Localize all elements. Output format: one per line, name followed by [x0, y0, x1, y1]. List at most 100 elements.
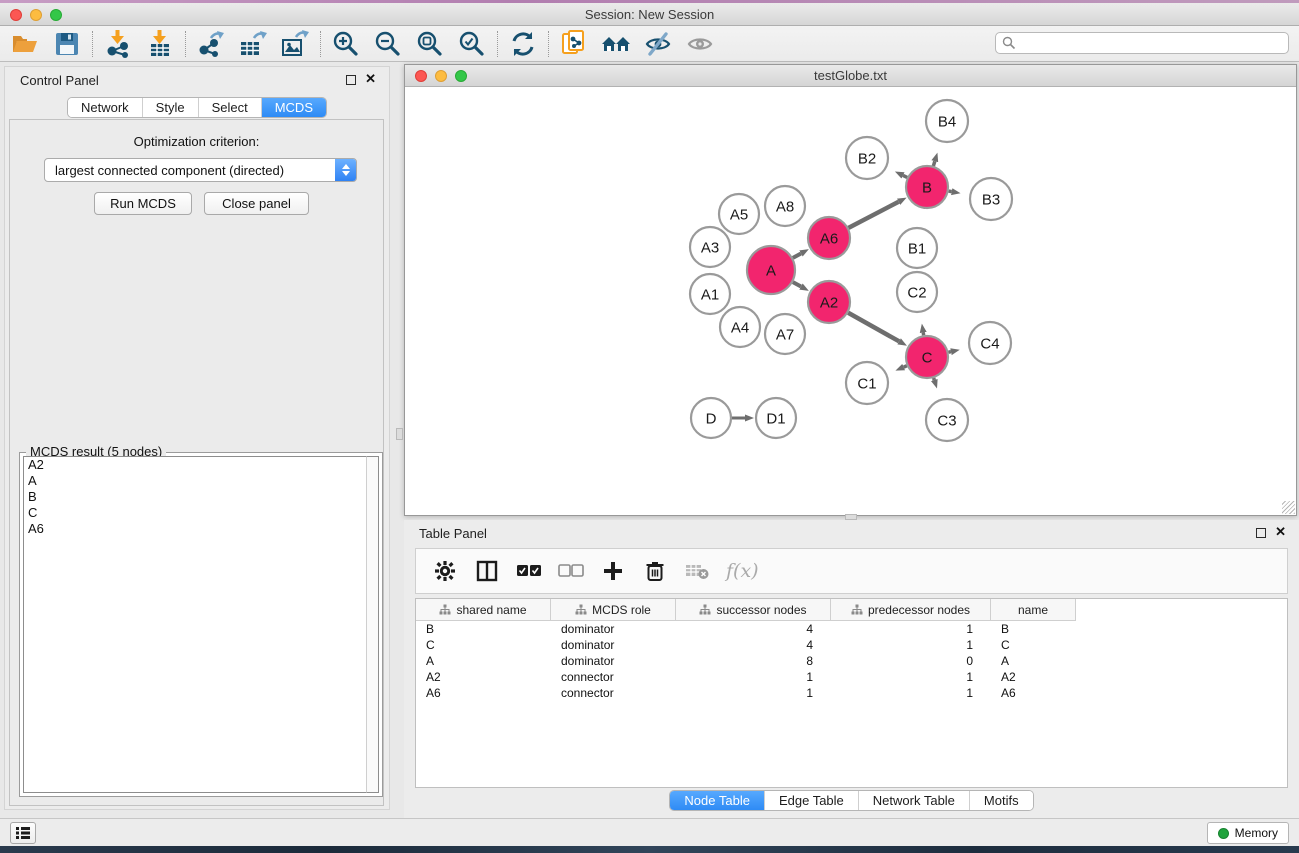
- tab-motifs[interactable]: Motifs: [970, 791, 1033, 810]
- node-table-header: shared nameMCDS rolesuccessor nodesprede…: [416, 599, 1287, 621]
- edge-C-C1[interactable]: [904, 366, 907, 367]
- edge-B-B4[interactable]: [933, 161, 934, 166]
- edge-A-A6[interactable]: [793, 253, 801, 257]
- tab-node-table[interactable]: Node Table: [670, 791, 765, 810]
- export-image-icon[interactable]: [278, 29, 312, 59]
- delete-columns-icon[interactable]: [642, 558, 668, 584]
- delete-table-icon[interactable]: [684, 558, 710, 584]
- cell-MCDS-role: dominator: [551, 653, 676, 669]
- node-label-C1: C1: [857, 375, 876, 392]
- show-columns-icon[interactable]: [474, 558, 500, 584]
- close-panel-button[interactable]: Close panel: [204, 192, 309, 215]
- close-table-panel-icon[interactable]: ✕: [1275, 527, 1286, 537]
- search-input[interactable]: [1016, 36, 1288, 50]
- new-network-from-selection-icon[interactable]: [557, 29, 591, 59]
- result-item[interactable]: A: [24, 473, 378, 489]
- result-item[interactable]: C: [24, 505, 378, 521]
- network-canvas[interactable]: B4B2BB3A5A8A6A3AB1A1A2C2A4A7C4CC1DD1C3: [405, 88, 1296, 515]
- column-header-shared-name[interactable]: shared name: [416, 599, 551, 621]
- node-label-C: C: [922, 349, 933, 366]
- tab-mcds[interactable]: MCDS: [262, 98, 326, 117]
- edge-B-B3[interactable]: [949, 191, 952, 192]
- criterion-select[interactable]: largest connected component (directed): [44, 158, 357, 182]
- search-field[interactable]: [995, 32, 1289, 54]
- cell-MCDS-role: dominator: [551, 621, 676, 637]
- application-window: Session: New Session: [0, 0, 1299, 853]
- cell-MCDS-role: dominator: [551, 637, 676, 653]
- tab-network-table[interactable]: Network Table: [859, 791, 970, 810]
- memory-status-icon: [1218, 828, 1229, 839]
- control-panel: Control Panel ✕ NetworkStyleSelectMCDS O…: [4, 66, 390, 810]
- tab-select[interactable]: Select: [199, 98, 262, 117]
- table-toolbar: f(x): [415, 548, 1288, 594]
- hide-selected-icon[interactable]: [641, 29, 675, 59]
- column-header-predecessor-nodes[interactable]: predecessor nodes: [831, 599, 991, 621]
- tab-edge-table[interactable]: Edge Table: [765, 791, 859, 810]
- add-column-icon[interactable]: [600, 558, 626, 584]
- edge-B-B2[interactable]: [903, 175, 907, 177]
- network-window-titlebar[interactable]: testGlobe.txt: [405, 65, 1296, 87]
- function-builder-icon[interactable]: f(x): [726, 558, 759, 584]
- node-label-A: A: [766, 262, 776, 279]
- result-scrollbar[interactable]: [366, 456, 379, 793]
- zoom-selected-icon[interactable]: [455, 29, 489, 59]
- result-item[interactable]: A6: [24, 521, 378, 537]
- result-item[interactable]: A2: [24, 457, 378, 473]
- close-panel-icon[interactable]: ✕: [365, 74, 376, 84]
- node-table-body: Bdominator41BCdominator41CAdominator80AA…: [416, 621, 1287, 701]
- float-panel-icon[interactable]: [346, 75, 356, 85]
- import-network-icon[interactable]: [101, 29, 135, 59]
- network-title: testGlobe.txt: [405, 68, 1296, 83]
- show-all-icon[interactable]: [683, 29, 717, 59]
- column-header-name[interactable]: name: [991, 599, 1076, 621]
- export-table-icon[interactable]: [236, 29, 270, 59]
- resize-grip-icon[interactable]: [1282, 501, 1295, 514]
- import-table-icon[interactable]: [143, 29, 177, 59]
- table-row[interactable]: Adominator80A: [416, 653, 1287, 669]
- zoom-in-icon[interactable]: [329, 29, 363, 59]
- edge-A-A2[interactable]: [793, 282, 801, 286]
- table-row[interactable]: Cdominator41C: [416, 637, 1287, 653]
- node-table[interactable]: shared nameMCDS rolesuccessor nodesprede…: [415, 598, 1288, 788]
- table-row[interactable]: A6connector11A6: [416, 685, 1287, 701]
- column-header-successor-nodes[interactable]: successor nodes: [676, 599, 831, 621]
- tab-network[interactable]: Network: [68, 98, 143, 117]
- deselect-all-rows-icon[interactable]: [558, 558, 584, 584]
- edge-A6-B[interactable]: [849, 202, 899, 228]
- zoom-out-icon[interactable]: [371, 29, 405, 59]
- network-graph[interactable]: B4B2BB3A5A8A6A3AB1A1A2C2A4A7C4CC1DD1C3: [405, 88, 1296, 515]
- column-header-MCDS-role[interactable]: MCDS role: [551, 599, 676, 621]
- run-mcds-button[interactable]: Run MCDS: [94, 192, 192, 215]
- main-titlebar[interactable]: Session: New Session: [0, 3, 1299, 26]
- result-item[interactable]: B: [24, 489, 378, 505]
- mcds-result-list[interactable]: A2ABCA6: [23, 456, 379, 793]
- select-all-rows-icon[interactable]: [516, 558, 542, 584]
- export-network-icon[interactable]: [194, 29, 228, 59]
- node-label-C4: C4: [980, 335, 999, 352]
- table-panel: Table Panel ✕: [404, 520, 1299, 818]
- table-panel-title: Table Panel: [419, 526, 487, 541]
- tab-style[interactable]: Style: [143, 98, 199, 117]
- fx-label: f(x): [726, 560, 759, 582]
- edge-C-C4[interactable]: [948, 352, 950, 353]
- home-neighbors-icon[interactable]: [599, 29, 633, 59]
- zoom-fit-icon[interactable]: [413, 29, 447, 59]
- edge-A2-C[interactable]: [848, 313, 899, 342]
- table-row[interactable]: Bdominator41B: [416, 621, 1287, 637]
- open-session-icon[interactable]: [8, 29, 42, 59]
- table-row[interactable]: A2connector11A2: [416, 669, 1287, 685]
- cell-shared-name: A6: [416, 685, 551, 701]
- float-table-panel-icon[interactable]: [1256, 528, 1266, 538]
- vertical-divider-handle[interactable]: [396, 428, 403, 440]
- edge-C-C3[interactable]: [934, 378, 935, 380]
- memory-button[interactable]: Memory: [1207, 822, 1289, 844]
- task-history-button[interactable]: [10, 822, 36, 844]
- apply-layout-icon[interactable]: [506, 29, 540, 59]
- save-session-icon[interactable]: [50, 29, 84, 59]
- status-bar: Memory: [0, 818, 1299, 846]
- cell-name: A: [991, 653, 1076, 669]
- search-icon: [1002, 36, 1016, 50]
- table-settings-icon[interactable]: [432, 558, 458, 584]
- main-toolbar: [0, 26, 1299, 62]
- cell-shared-name: B: [416, 621, 551, 637]
